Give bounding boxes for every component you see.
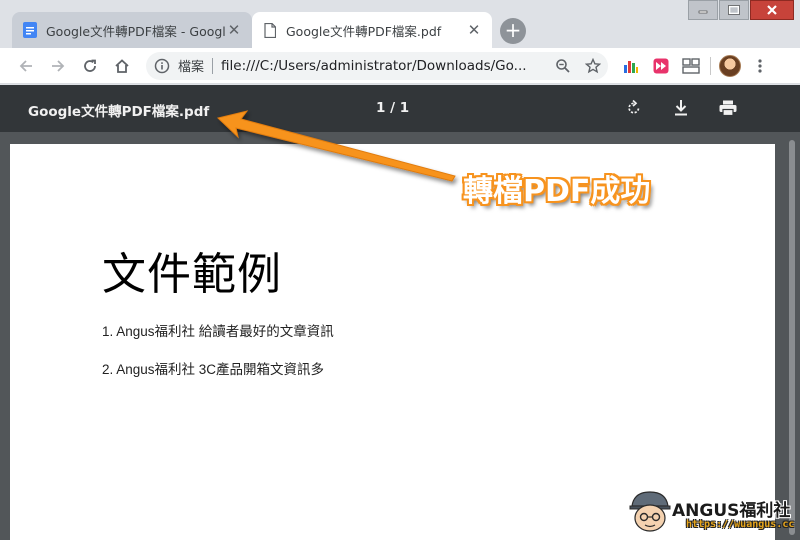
download-icon xyxy=(675,100,687,116)
rotate-button[interactable] xyxy=(622,96,646,120)
print-icon xyxy=(719,100,737,116)
info-icon[interactable] xyxy=(148,58,176,74)
watermark-logo: ANGUS福利社 https://wuangus.cc xyxy=(628,486,798,538)
browser-toolbar: 檔案 file:///C:/Users/administrator/Downlo… xyxy=(0,48,800,84)
reload-button[interactable] xyxy=(74,50,106,82)
forward-arrow-icon xyxy=(52,59,65,72)
home-button[interactable] xyxy=(106,50,138,82)
tab-pdf[interactable]: Google文件轉PDF檔案.pdf ✕ xyxy=(252,12,492,48)
rotate-icon xyxy=(628,99,640,114)
pdf-canvas: 文件範例 1. Angus福利社 給讀者最好的文章資訊 2. Angus福利社 … xyxy=(0,132,800,540)
tab-strip: Google文件轉PDF檔案 - Google ✕ Google文件轉PDF檔案… xyxy=(0,0,800,48)
maximize-button[interactable] xyxy=(719,0,749,20)
zoom-out-icon[interactable] xyxy=(548,58,578,74)
print-button[interactable] xyxy=(716,96,740,120)
address-bar[interactable]: 檔案 file:///C:/Users/administrator/Downlo… xyxy=(146,51,608,80)
download-button[interactable] xyxy=(669,96,693,120)
new-tab-button[interactable]: + xyxy=(500,18,526,44)
back-button[interactable] xyxy=(10,50,42,82)
pdf-scrollbar[interactable] xyxy=(784,132,800,540)
close-window-button[interactable] xyxy=(750,0,794,20)
profile-avatar[interactable] xyxy=(715,52,745,80)
tab-title: Google文件轉PDF檔案 - Google xyxy=(46,23,226,39)
toolbar-divider xyxy=(710,56,711,75)
menu-button[interactable] xyxy=(745,52,775,80)
document-list-item: 1. Angus福利社 給讀者最好的文章資訊 xyxy=(102,324,334,339)
layout-extension-icon[interactable] xyxy=(676,52,706,80)
google-docs-icon xyxy=(22,22,38,38)
scrollbar-thumb[interactable] xyxy=(789,140,795,535)
document-heading: 文件範例 xyxy=(102,249,282,300)
tab-close-icon[interactable]: ✕ xyxy=(466,22,482,38)
watermark-url: https://wuangus.cc xyxy=(686,519,795,530)
home-icon xyxy=(115,58,129,73)
document-list-item: 2. Angus福利社 3C產品開箱文資訊多 xyxy=(102,362,325,377)
fast-forward-extension-icon[interactable] xyxy=(646,52,676,80)
pdf-page: 文件範例 1. Angus福利社 給讀者最好的文章資訊 2. Angus福利社 … xyxy=(10,144,775,540)
watermark-name: ANGUS福利社 xyxy=(672,501,791,521)
page-indicator: 1 / 1 xyxy=(376,100,410,116)
avatar xyxy=(719,54,741,77)
omnibox-divider xyxy=(212,57,214,74)
back-arrow-icon xyxy=(19,59,32,72)
file-icon xyxy=(262,22,278,38)
url-text[interactable]: file:///C:/Users/administrator/Downloads… xyxy=(221,58,548,74)
minimize-button[interactable] xyxy=(688,0,718,20)
tab-google-docs[interactable]: Google文件轉PDF檔案 - Google ✕ xyxy=(12,12,252,48)
reload-icon xyxy=(84,59,96,72)
annotation-label: 轉檔PDF成功 xyxy=(463,174,651,209)
bookmark-star-icon[interactable] xyxy=(578,57,608,74)
extensions-area xyxy=(616,52,775,80)
pdf-toolbar: Google文件轉PDF檔案.pdf 1 / 1 xyxy=(0,85,800,132)
mascot-icon xyxy=(629,491,671,532)
tab-title: Google文件轉PDF檔案.pdf xyxy=(286,23,442,39)
pdf-file-title: Google文件轉PDF檔案.pdf xyxy=(28,104,210,120)
window-controls xyxy=(688,0,794,20)
forward-button[interactable] xyxy=(42,50,74,82)
bar-chart-extension-icon[interactable] xyxy=(616,52,646,80)
kebab-menu-icon xyxy=(758,58,762,73)
security-label: 檔案 xyxy=(178,60,205,75)
tab-close-icon[interactable]: ✕ xyxy=(226,22,242,38)
